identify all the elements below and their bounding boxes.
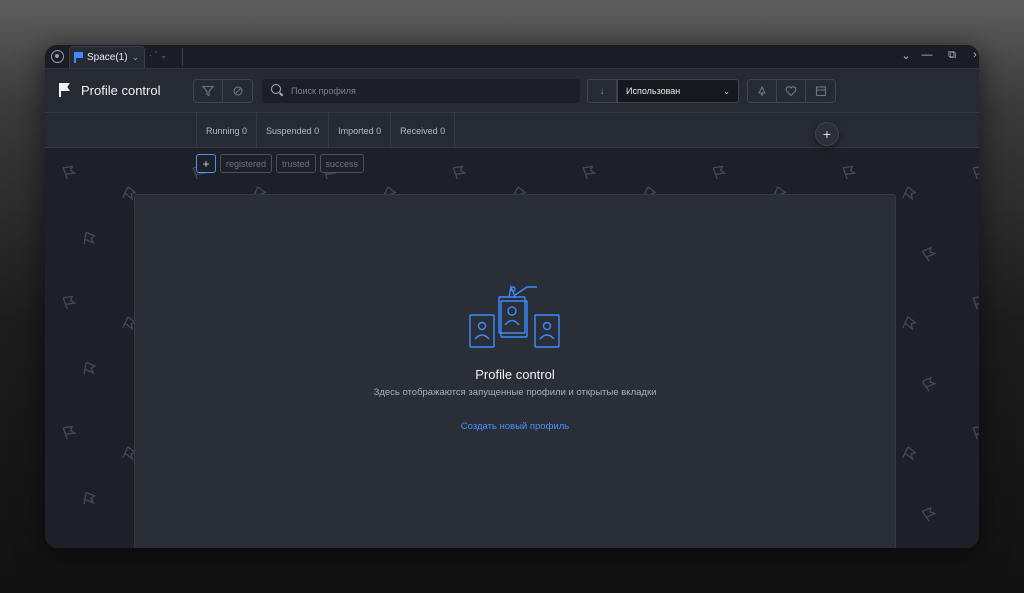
restore-icon[interactable]: ⧉ [944, 49, 960, 62]
profiles-illustration-icon [469, 284, 560, 348]
empty-state-panel: Profile control Здесь отображаются запущ… [134, 194, 896, 548]
title-bar: Space(1) ⌄ · ˇ ⌄ ⌄ — ⧉ › [45, 45, 979, 69]
heart-icon[interactable] [777, 80, 806, 102]
tag-filter-icon[interactable] [223, 80, 252, 102]
minimize-icon[interactable]: — [919, 49, 935, 61]
tab-running[interactable]: Running 0 [196, 113, 258, 148]
empty-state-title: Profile control [475, 367, 555, 382]
titlebar-divider [182, 48, 183, 66]
chevron-down-icon: ⌄ [723, 86, 730, 96]
flag-icon [74, 52, 84, 63]
tab-extra[interactable]: · ˇ ⌄ [149, 50, 168, 61]
status-tabs: Running 0 Suspended 0 Imported 0 Receive… [196, 113, 456, 148]
filter-button-group [193, 79, 253, 103]
tab-received[interactable]: Received 0 [391, 113, 456, 148]
globe-icon[interactable] [51, 50, 64, 63]
flag-icon [59, 83, 71, 97]
search-icon [271, 84, 285, 98]
tab-suspended[interactable]: Suspended 0 [257, 113, 330, 148]
add-tag-button[interactable]: + [196, 154, 216, 173]
create-profile-link[interactable]: Создать новый профиль [135, 421, 895, 432]
close-icon[interactable]: › [967, 49, 979, 61]
tag-chips: + registered trusted success [196, 154, 365, 173]
action-button-group [747, 79, 836, 103]
search-box [262, 79, 580, 103]
cookie-icon[interactable] [748, 80, 777, 102]
tag-trusted[interactable]: trusted [276, 154, 316, 173]
content-area: + registered trusted success Profile con… [45, 148, 979, 548]
space-tab[interactable]: Space(1) ⌄ [69, 46, 145, 68]
app-window: Space(1) ⌄ · ˇ ⌄ ⌄ — ⧉ › Profile control… [45, 45, 979, 548]
header-bar: Profile control ↓ Использован ⌄ [45, 69, 979, 113]
status-tabs-row: Running 0 Suspended 0 Imported 0 Receive… [45, 113, 979, 148]
empty-state-description: Здесь отображаются запущенные профили и … [373, 387, 657, 398]
space-tab-label: Space(1) [87, 52, 128, 63]
sort-select[interactable]: Использован ⌄ [617, 79, 739, 103]
filter-icon[interactable] [194, 80, 223, 102]
search-input[interactable] [291, 86, 571, 96]
calendar-icon[interactable] [806, 80, 835, 102]
sort-select-value: Использован [626, 86, 681, 96]
add-profile-button[interactable]: + [815, 122, 839, 146]
tag-registered[interactable]: registered [220, 154, 273, 173]
expand-icon[interactable]: ⌄ [898, 49, 914, 62]
chevron-down-icon[interactable]: ⌄ [132, 52, 140, 63]
sort-direction-button[interactable]: ↓ [587, 79, 617, 103]
tag-success[interactable]: success [319, 154, 365, 173]
tab-imported[interactable]: Imported 0 [329, 113, 392, 148]
page-title: Profile control [81, 83, 161, 98]
